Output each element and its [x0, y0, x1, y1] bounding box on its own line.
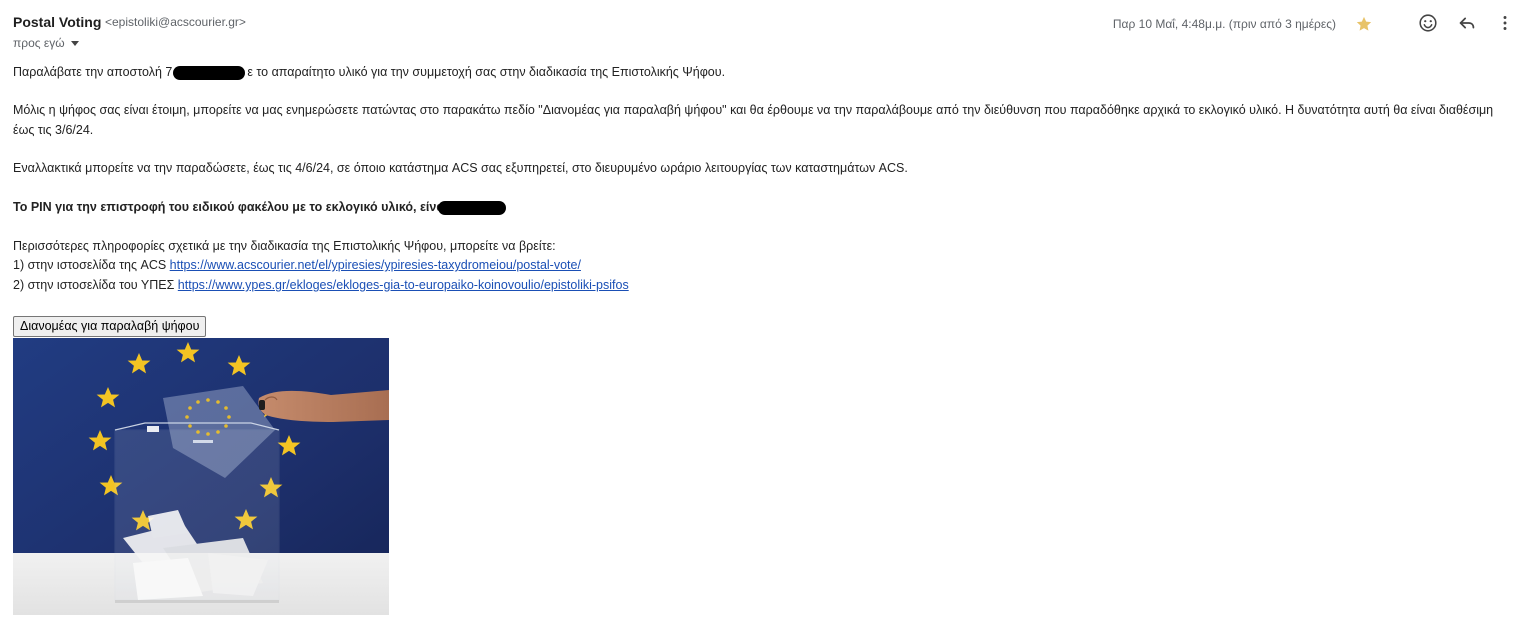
ypes-postal-vote-link[interactable]: https://www.ypes.gr/ekloges/ekloges-gia-…: [178, 278, 629, 292]
redaction-mark: [173, 65, 246, 80]
paragraph-pin: Το PIN για την επιστροφή του ειδικού φακ…: [13, 197, 506, 217]
sender-name[interactable]: Postal Voting: [13, 14, 101, 30]
redaction-mark: [438, 200, 506, 215]
chevron-down-icon: [70, 40, 79, 46]
ypes-link-label: 2) στην ιστοσελίδα του ΥΠΕΣ: [13, 278, 178, 292]
paragraph-store-dropoff: Εναλλακτικά μπορείτε να την παραδώσετε, …: [13, 161, 908, 175]
pin-text: Το PIN για την επιστροφή του ειδικού φακ…: [13, 200, 444, 214]
more-vert-icon[interactable]: [1494, 12, 1516, 34]
emoji-icon[interactable]: [1417, 12, 1439, 34]
shipment-text-start: Παραλάβατε την αποστολή 7: [13, 65, 173, 79]
shipment-text-end: ε το απαραίτητο υλικό για την συμμετοχή …: [247, 65, 726, 79]
reply-icon[interactable]: [1456, 12, 1478, 34]
acs-link-line: 1) στην ιστοσελίδα της ACS https://www.a…: [13, 255, 581, 275]
paragraph-courier-pickup: Μόλις η ψήφος σας είναι έτοιμη, μπορείτε…: [13, 103, 1494, 137]
acs-link-label: 1) στην ιστοσελίδα της ACS: [13, 258, 170, 272]
recipient-toggle[interactable]: προς εγώ: [13, 36, 79, 50]
request-courier-button[interactable]: Διανομέας για παραλαβή ψήφου: [13, 316, 207, 337]
ballot-box-image: [13, 338, 389, 615]
star-icon[interactable]: [1354, 14, 1374, 34]
email-date: Παρ 10 Μαΐ, 4:48μ.μ. (πριν από 3 ημέρες): [1112, 17, 1336, 31]
email-header: Postal Voting <epistoliki@acscourier.gr>…: [13, 14, 1526, 54]
recipient-label: προς εγώ: [13, 36, 65, 50]
ypes-link-line: 2) στην ιστοσελίδα του ΥΠΕΣ https://www.…: [13, 275, 629, 295]
paragraph-more-info: Περισσότερες πληροφορίες σχετικά με την …: [13, 239, 556, 253]
acs-postal-vote-link[interactable]: https://www.acscourier.net/el/ypiresies/…: [170, 258, 581, 272]
sender-email: <epistoliki@acscourier.gr>: [105, 15, 246, 29]
paragraph-shipment: Παραλάβατε την αποστολή 7 ε το απαραίτητο…: [13, 62, 725, 82]
